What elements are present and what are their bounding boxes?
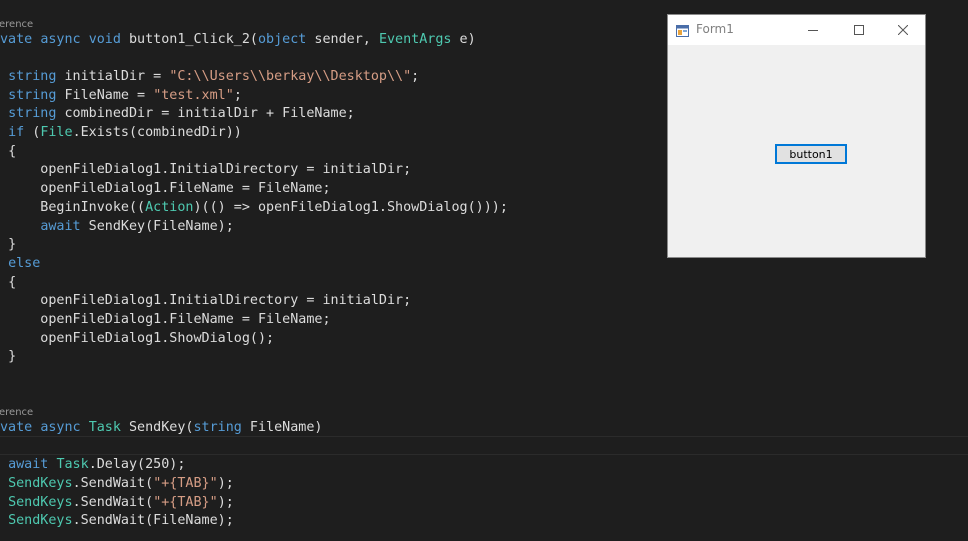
code-token: File bbox=[40, 125, 73, 140]
code-line[interactable]: } bbox=[0, 347, 16, 366]
code-token: FileName = bbox=[56, 88, 154, 103]
code-line[interactable]: string FileName = "test.xml"; bbox=[0, 86, 242, 105]
code-token: vate bbox=[0, 32, 33, 47]
code-line[interactable]: { bbox=[0, 273, 16, 292]
code-token: await bbox=[40, 219, 81, 234]
close-icon bbox=[898, 25, 908, 35]
current-line-highlight bbox=[0, 436, 968, 455]
code-token: ( bbox=[24, 125, 41, 140]
code-token: await bbox=[8, 457, 49, 472]
code-line[interactable]: if (File.Exists(combinedDir)) bbox=[0, 123, 242, 142]
code-token: } bbox=[8, 349, 17, 364]
code-token: sender, bbox=[306, 32, 379, 47]
code-token: e) bbox=[451, 32, 476, 47]
form-app-icon bbox=[676, 23, 690, 37]
code-line[interactable]: await Task.Delay(250); bbox=[0, 455, 185, 474]
code-token: .Exists(combinedDir)) bbox=[72, 125, 242, 140]
code-token: { bbox=[8, 275, 17, 290]
minimize-icon bbox=[808, 30, 818, 31]
code-token: button1_Click_2( bbox=[129, 32, 258, 47]
code-line[interactable]: else bbox=[0, 254, 40, 273]
form-title: Form1 bbox=[696, 22, 734, 36]
code-token: void bbox=[88, 32, 121, 47]
maximize-icon bbox=[854, 25, 864, 35]
code-line[interactable]: SendKeys.SendWait("+{TAB}"); bbox=[0, 493, 234, 512]
code-token: object bbox=[258, 32, 307, 47]
code-token: SendKey( bbox=[120, 420, 194, 435]
code-token: openFileDialog1.InitialDirectory = initi… bbox=[8, 293, 412, 308]
code-token: async bbox=[40, 32, 81, 47]
code-line[interactable]: openFileDialog1.InitialDirectory = initi… bbox=[0, 291, 411, 310]
code-token: ; bbox=[233, 88, 242, 103]
code-token: ); bbox=[217, 495, 234, 510]
code-token: )(() => openFileDialog1.ShowDialog())); bbox=[193, 200, 508, 215]
code-line[interactable]: string combinedDir = initialDir + FileNa… bbox=[0, 104, 355, 123]
code-token: .SendWait( bbox=[72, 495, 154, 510]
code-token: vate bbox=[0, 420, 33, 435]
code-token: SendKeys bbox=[8, 476, 73, 491]
code-token: else bbox=[8, 256, 41, 271]
code-token: openFileDialog1.ShowDialog(); bbox=[8, 331, 275, 346]
code-token: FileName) bbox=[241, 420, 323, 435]
code-token: string bbox=[193, 420, 242, 435]
code-line[interactable]: openFileDialog1.FileName = FileName; bbox=[0, 310, 331, 329]
code-token: SendKey(FileName); bbox=[80, 219, 234, 234]
code-token: openFileDialog1.FileName = FileName; bbox=[8, 312, 331, 327]
code-token: "C:\\Users\\berkay\\Desktop\\" bbox=[169, 69, 412, 84]
code-token: SendKeys bbox=[8, 495, 73, 510]
code-line[interactable]: openFileDialog1.InitialDirectory = initi… bbox=[0, 160, 411, 179]
code-token: Action bbox=[145, 200, 194, 215]
form1-window[interactable]: Form1 button1 bbox=[667, 14, 926, 258]
code-token: openFileDialog1.InitialDirectory = initi… bbox=[8, 162, 412, 177]
code-line[interactable]: BeginInvoke((Action)(() => openFileDialo… bbox=[0, 198, 508, 217]
button1[interactable]: button1 bbox=[775, 144, 847, 164]
code-token: initialDir = bbox=[56, 69, 170, 84]
code-token: Task bbox=[56, 457, 89, 472]
maximize-button[interactable] bbox=[836, 15, 882, 45]
code-token: string bbox=[8, 88, 57, 103]
code-line[interactable]: string initialDir = "C:\\Users\\berkay\\… bbox=[0, 67, 419, 86]
form-titlebar[interactable]: Form1 bbox=[668, 15, 925, 45]
code-line[interactable]: openFileDialog1.ShowDialog(); bbox=[0, 329, 274, 348]
code-token: EventArgs bbox=[378, 32, 452, 47]
code-line[interactable]: await SendKey(FileName); bbox=[0, 217, 234, 236]
code-token: "+{TAB}" bbox=[153, 476, 218, 491]
code-line[interactable]: openFileDialog1.FileName = FileName; bbox=[0, 179, 331, 198]
close-button[interactable] bbox=[880, 15, 926, 45]
code-token: if bbox=[8, 125, 25, 140]
code-token: openFileDialog1.FileName = FileName; bbox=[8, 181, 331, 196]
code-line[interactable]: vate async void button1_Click_2(object s… bbox=[0, 30, 476, 49]
code-token: async bbox=[40, 420, 81, 435]
code-line[interactable]: SendKeys.SendWait("+{TAB}"); bbox=[0, 474, 234, 493]
minimize-button[interactable] bbox=[790, 15, 836, 45]
code-line[interactable]: SendKeys.SendWait(FileName); bbox=[0, 511, 234, 530]
code-token: ; bbox=[411, 69, 420, 84]
code-token: "+{TAB}" bbox=[153, 495, 218, 510]
code-token: ); bbox=[217, 476, 234, 491]
code-token: } bbox=[8, 237, 17, 252]
code-token: { bbox=[8, 144, 17, 159]
code-token: .SendWait( bbox=[72, 476, 154, 491]
code-token: combinedDir = initialDir + FileName; bbox=[56, 106, 355, 121]
code-token: SendKeys bbox=[8, 513, 73, 528]
code-line[interactable]: { bbox=[0, 142, 16, 161]
code-token: BeginInvoke(( bbox=[8, 200, 146, 215]
code-token: .SendWait(FileName); bbox=[72, 513, 234, 528]
code-token: string bbox=[8, 106, 57, 121]
code-token: string bbox=[8, 69, 57, 84]
code-token: "test.xml" bbox=[153, 88, 234, 103]
code-token: Task bbox=[88, 420, 121, 435]
code-line[interactable]: } bbox=[0, 235, 16, 254]
code-line[interactable]: vate async Task SendKey(string FileName) bbox=[0, 418, 323, 437]
code-token: .Delay(250); bbox=[88, 457, 186, 472]
